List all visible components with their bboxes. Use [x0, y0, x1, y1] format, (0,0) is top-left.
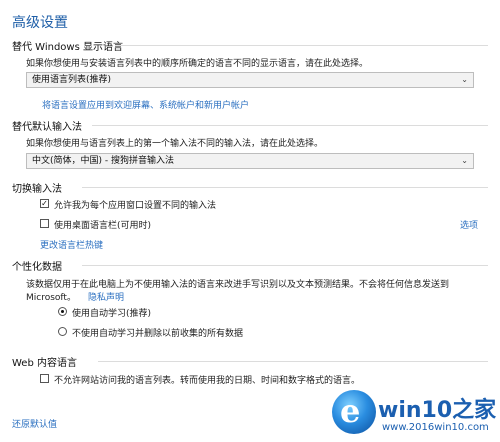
auto-learning-label: 使用自动学习(推荐) [72, 309, 152, 319]
page-title: 高级设置 [12, 15, 68, 31]
section-divider [82, 187, 488, 188]
section-divider [118, 45, 488, 46]
chevron-down-icon: ⌄ [461, 156, 468, 165]
watermark-logo: e win10之家 www.2016win10.com [330, 388, 498, 440]
change-hotkeys-link[interactable]: 更改语言栏热键 [40, 238, 103, 251]
section-heading-personalization: 个性化数据 [12, 262, 62, 273]
language-bar-options-link[interactable]: 选项 [460, 218, 478, 231]
watermark-site: www.2016win10.com [382, 422, 489, 433]
radio-selected-dot [61, 310, 64, 313]
block-website-language-checkbox[interactable] [40, 374, 49, 383]
section-heading-web-language: Web 内容语言 [12, 358, 77, 369]
desktop-language-bar-checkbox[interactable] [40, 219, 49, 228]
no-auto-learning-label: 不使用自动学习并删除以前收集的所有数据 [72, 329, 244, 339]
personalization-description: 该数据仅用于在此电脑上为不使用输入法的语言来改进手写识别以及文本预测结果。不会将… [26, 280, 450, 290]
input-method-selected: 中文(简体，中国) - 搜狗拼音输入法 [32, 156, 174, 166]
display-language-description: 如果你想使用与安装语言列表中的顺序所确定的语言不同的显示语言，请在此处选择。 [26, 59, 369, 69]
display-language-selected: 使用语言列表(推荐) [32, 75, 112, 85]
no-auto-learning-radio[interactable] [58, 327, 67, 336]
section-divider [82, 265, 488, 266]
section-divider [92, 125, 488, 126]
privacy-statement-link[interactable]: 隐私声明 [88, 290, 124, 303]
input-method-select[interactable]: 中文(简体，中国) - 搜狗拼音输入法 ⌄ [26, 153, 474, 169]
auto-learning-radio[interactable] [58, 307, 67, 316]
chevron-down-icon: ⌄ [461, 75, 468, 84]
desktop-language-bar-label: 使用桌面语言栏(可用时) [54, 221, 152, 231]
watermark-brand: win10之家 [378, 398, 497, 423]
restore-defaults-link[interactable]: 还原默认值 [12, 417, 57, 430]
section-heading-input-method: 替代默认输入法 [12, 122, 82, 133]
display-language-select[interactable]: 使用语言列表(推荐) ⌄ [26, 72, 474, 88]
input-method-description: 如果你想使用与语言列表上的第一个输入法不同的输入法，请在此处选择。 [26, 139, 324, 149]
per-app-input-label: 允许我为每个应用窗口设置不同的输入法 [54, 201, 217, 211]
section-divider [98, 361, 488, 362]
section-heading-display-language: 替代 Windows 显示语言 [12, 42, 123, 53]
per-app-input-checkbox[interactable]: ✓ [40, 199, 49, 208]
win10-logo-icon: e [332, 390, 376, 434]
section-heading-switch-input: 切换输入法 [12, 184, 62, 195]
apply-language-settings-link[interactable]: 将语言设置应用到欢迎屏幕、系统帐户和新用户帐户 [42, 98, 249, 111]
personalization-description-line2: Microsoft。 [26, 293, 76, 303]
block-website-language-label: 不允许网站访问我的语言列表。转而使用我的日期、时间和数字格式的语言。 [54, 376, 361, 386]
